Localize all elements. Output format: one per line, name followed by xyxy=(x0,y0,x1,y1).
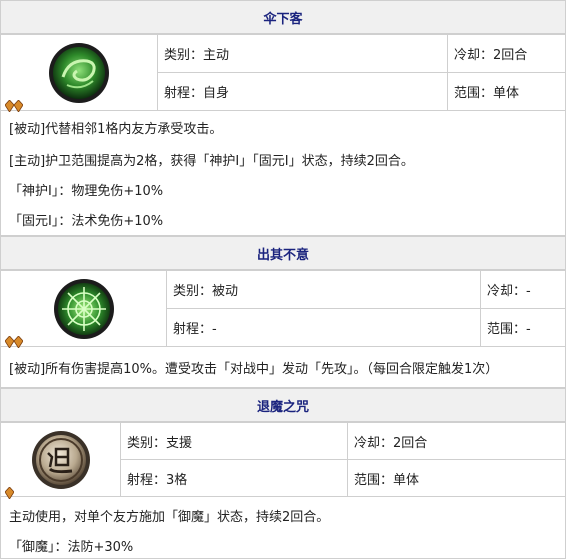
category-cell: 类别：支援 xyxy=(120,422,348,460)
description-line: 「固元Ⅰ」：法术免伤+10% xyxy=(9,214,164,229)
skill-block: 退魔之咒 xyxy=(0,388,566,422)
gem-icon xyxy=(5,100,14,112)
cooldown-cell: 冷却：2回合 xyxy=(447,34,566,73)
skill-icon-cell xyxy=(0,270,167,347)
skill-block: 伞下客 xyxy=(0,0,566,34)
rank-gems xyxy=(5,100,23,112)
category-cell: 类别：主动 xyxy=(157,34,448,73)
description-line: [被动]所有伤害提高10%。遭受攻击「对战中」发动「先攻」。（每回合限定触发1次… xyxy=(9,362,499,377)
scope-cell: 范围：单体 xyxy=(347,459,566,497)
swirl-green-skill-icon xyxy=(49,42,109,103)
skill-description: [被动]所有伤害提高10%。遭受攻击「对战中」发动「先攻」。（每回合限定触发1次… xyxy=(0,336,566,388)
gem-icon xyxy=(14,336,23,348)
skill-info-table: 类别：被动 冷却：- 射程：- 范围：- xyxy=(0,270,566,347)
description-line: [主动]护卫范围提高为2格，获得「神护Ⅰ」「固元Ⅰ」状态，持续2回合。 xyxy=(9,154,414,169)
skill-description: [被动]代替相邻1格内友方承受攻击。 [主动]护卫范围提高为2格，获得「神护Ⅰ」… xyxy=(0,100,566,236)
gem-icon xyxy=(5,336,14,348)
description-line: 「神护Ⅰ」：物理免伤+10% xyxy=(9,184,164,199)
range-cell: 射程：- xyxy=(166,308,481,347)
range-cell: 射程：自身 xyxy=(157,72,448,111)
gem-icon xyxy=(5,487,14,499)
description-line: 主动使用，对单个友方施加「御魔」状态，持续2回合。 xyxy=(9,510,330,525)
gem-icon xyxy=(14,100,23,112)
skill-icon-cell xyxy=(0,34,158,111)
rank-gems xyxy=(5,336,23,348)
scope-cell: 范围：单体 xyxy=(447,72,566,111)
skill-title: 伞下客 xyxy=(0,0,566,34)
skill-list: 伞下客 类别：主动 冷却：2回合 射程：自身 范围：单体 [被动]代替相邻1格内… xyxy=(0,0,566,559)
cooldown-cell: 冷却：2回合 xyxy=(347,422,566,460)
cooldown-cell: 冷却：- xyxy=(480,270,566,309)
skill-info-table: 类别：主动 冷却：2回合 射程：自身 范围：单体 xyxy=(0,34,566,111)
rank-gems xyxy=(5,487,14,499)
scope-cell: 范围：- xyxy=(480,308,566,347)
skill-title: 出其不意 xyxy=(0,236,566,270)
tui-seal-skill-icon xyxy=(31,430,90,489)
skill-icon-cell xyxy=(0,422,121,497)
web-green-skill-icon xyxy=(53,278,114,339)
skill-description: 主动使用，对单个友方施加「御魔」状态，持续2回合。 「御魔」：法防+30% xyxy=(0,487,566,559)
skill-title: 退魔之咒 xyxy=(0,388,566,422)
category-cell: 类别：被动 xyxy=(166,270,481,309)
skill-info-table: 类别：支援 冷却：2回合 射程：3格 范围：单体 xyxy=(0,422,566,497)
skill-block: 出其不意 xyxy=(0,236,566,270)
description-line: 「御魔」：法防+30% xyxy=(9,540,134,555)
range-cell: 射程：3格 xyxy=(120,459,348,497)
description-line: [被动]代替相邻1格内友方承受攻击。 xyxy=(9,122,223,137)
